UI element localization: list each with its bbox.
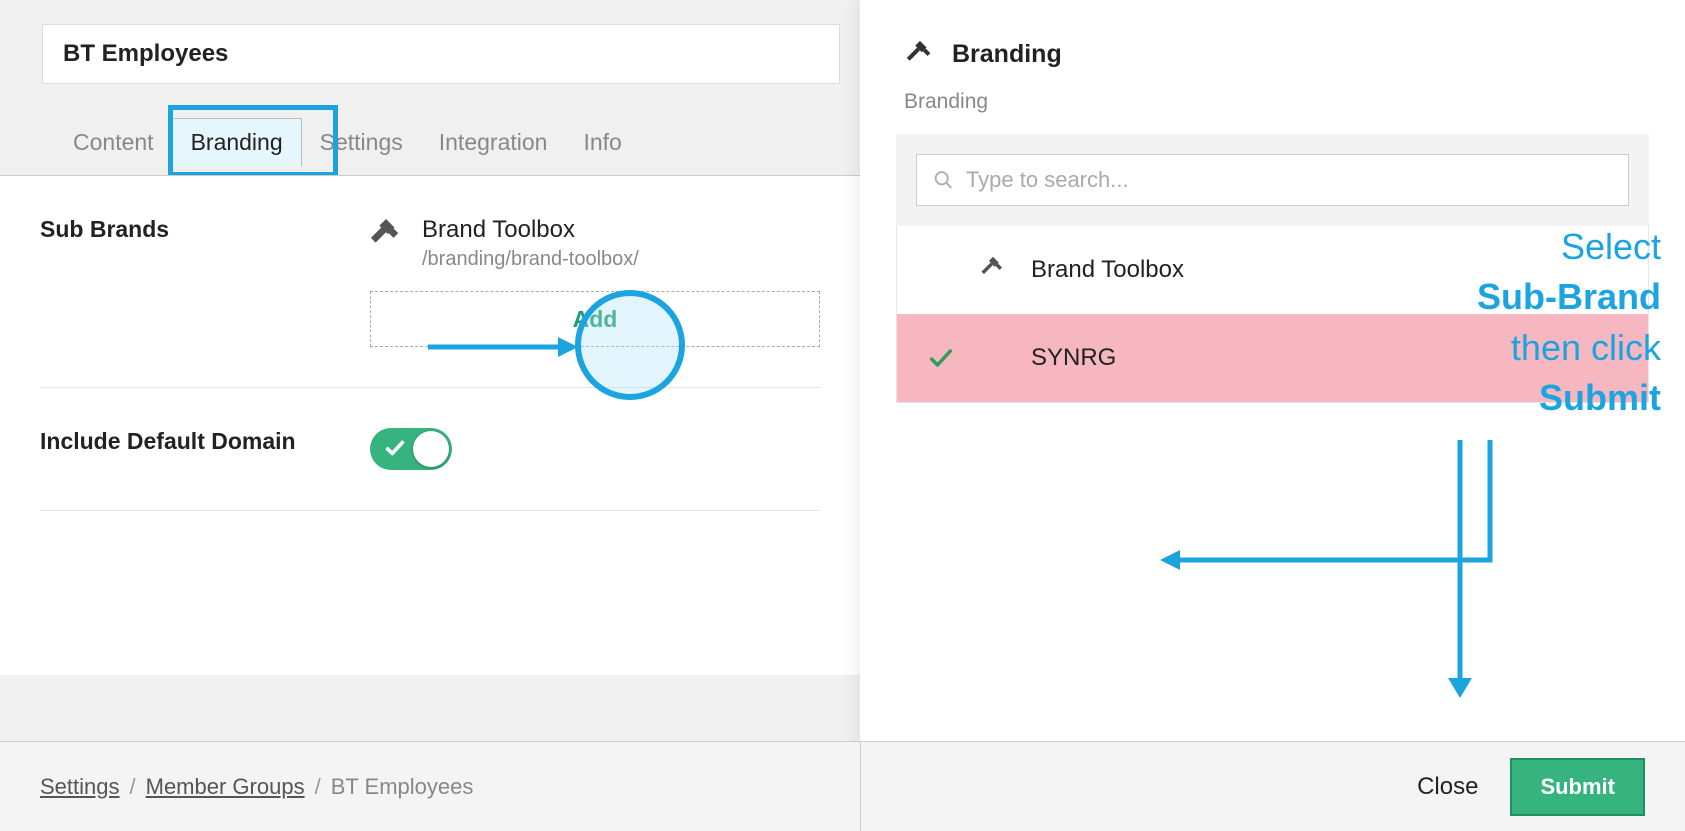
brand-list: Brand Toolbox SYNRG [896,226,1649,403]
brand-text: Brand Toolbox /branding/brand-toolbox/ [422,216,639,271]
right-header: Branding [860,0,1685,80]
add-button[interactable]: Add [370,291,820,347]
add-button-label: Add [573,306,618,333]
main-content: Sub Brands Brand Toolbox /branding/brand… [0,175,860,675]
tab-info[interactable]: Info [565,119,639,166]
annotation-arrow-to-submit [1430,440,1490,700]
brand-name: Brand Toolbox [422,216,639,244]
search-icon [933,169,954,191]
default-domain-label: Include Default Domain [40,428,370,470]
footer-divider [860,742,861,831]
toggle-knob [413,431,449,467]
default-domain-row: Include Default Domain [0,388,860,470]
submit-button[interactable]: Submit [1510,758,1645,816]
check-icon [384,437,406,459]
footer: Settings / Member Groups / BT Employees … [0,741,1685,831]
brand-item[interactable]: Brand Toolbox /branding/brand-toolbox/ [370,216,820,271]
breadcrumb-separator: / [130,774,136,800]
hammer-icon [897,33,942,78]
tab-settings[interactable]: Settings [302,119,421,166]
list-item-brand-toolbox[interactable]: Brand Toolbox [897,226,1648,314]
search-input[interactable] [966,167,1612,193]
annotation-arrow-to-synrg [1150,440,1500,580]
default-domain-body [370,428,820,470]
breadcrumb-current: BT Employees [331,774,474,800]
default-domain-toggle[interactable] [370,428,452,470]
subbrands-label: Sub Brands [40,216,370,347]
right-panel-subtitle: Branding [860,80,1685,134]
search-input-wrap [916,154,1629,206]
subbrands-body: Brand Toolbox /branding/brand-toolbox/ A… [370,216,820,347]
left-panel: Content Branding Settings Integration In… [0,0,860,831]
list-item-synrg[interactable]: SYNRG [897,314,1648,402]
tabs: Content Branding Settings Integration In… [55,118,640,166]
group-title-input[interactable] [42,24,840,84]
brand-path: /branding/brand-toolbox/ [422,248,639,271]
right-panel-title: Branding [952,40,1062,69]
check-icon [927,344,955,372]
breadcrumb-separator: / [315,774,321,800]
breadcrumb-settings[interactable]: Settings [40,774,120,800]
list-item-label: Brand Toolbox [1031,256,1184,284]
hammer-icon [973,250,1013,290]
tab-content[interactable]: Content [55,119,172,166]
subbrands-row: Sub Brands Brand Toolbox /branding/brand… [0,176,860,347]
tab-branding[interactable]: Branding [172,118,302,166]
list-item-label: SYNRG [1031,344,1116,372]
breadcrumb: Settings / Member Groups / BT Employees [40,774,473,800]
divider-2 [40,510,820,511]
right-panel: Branding Branding Brand Toolbox [860,0,1685,831]
tab-integration[interactable]: Integration [421,119,566,166]
close-button[interactable]: Close [1417,773,1478,801]
footer-actions: Close Submit [1417,758,1645,816]
hammer-icon [363,213,408,258]
search-area [896,134,1649,226]
breadcrumb-member-groups[interactable]: Member Groups [146,774,305,800]
